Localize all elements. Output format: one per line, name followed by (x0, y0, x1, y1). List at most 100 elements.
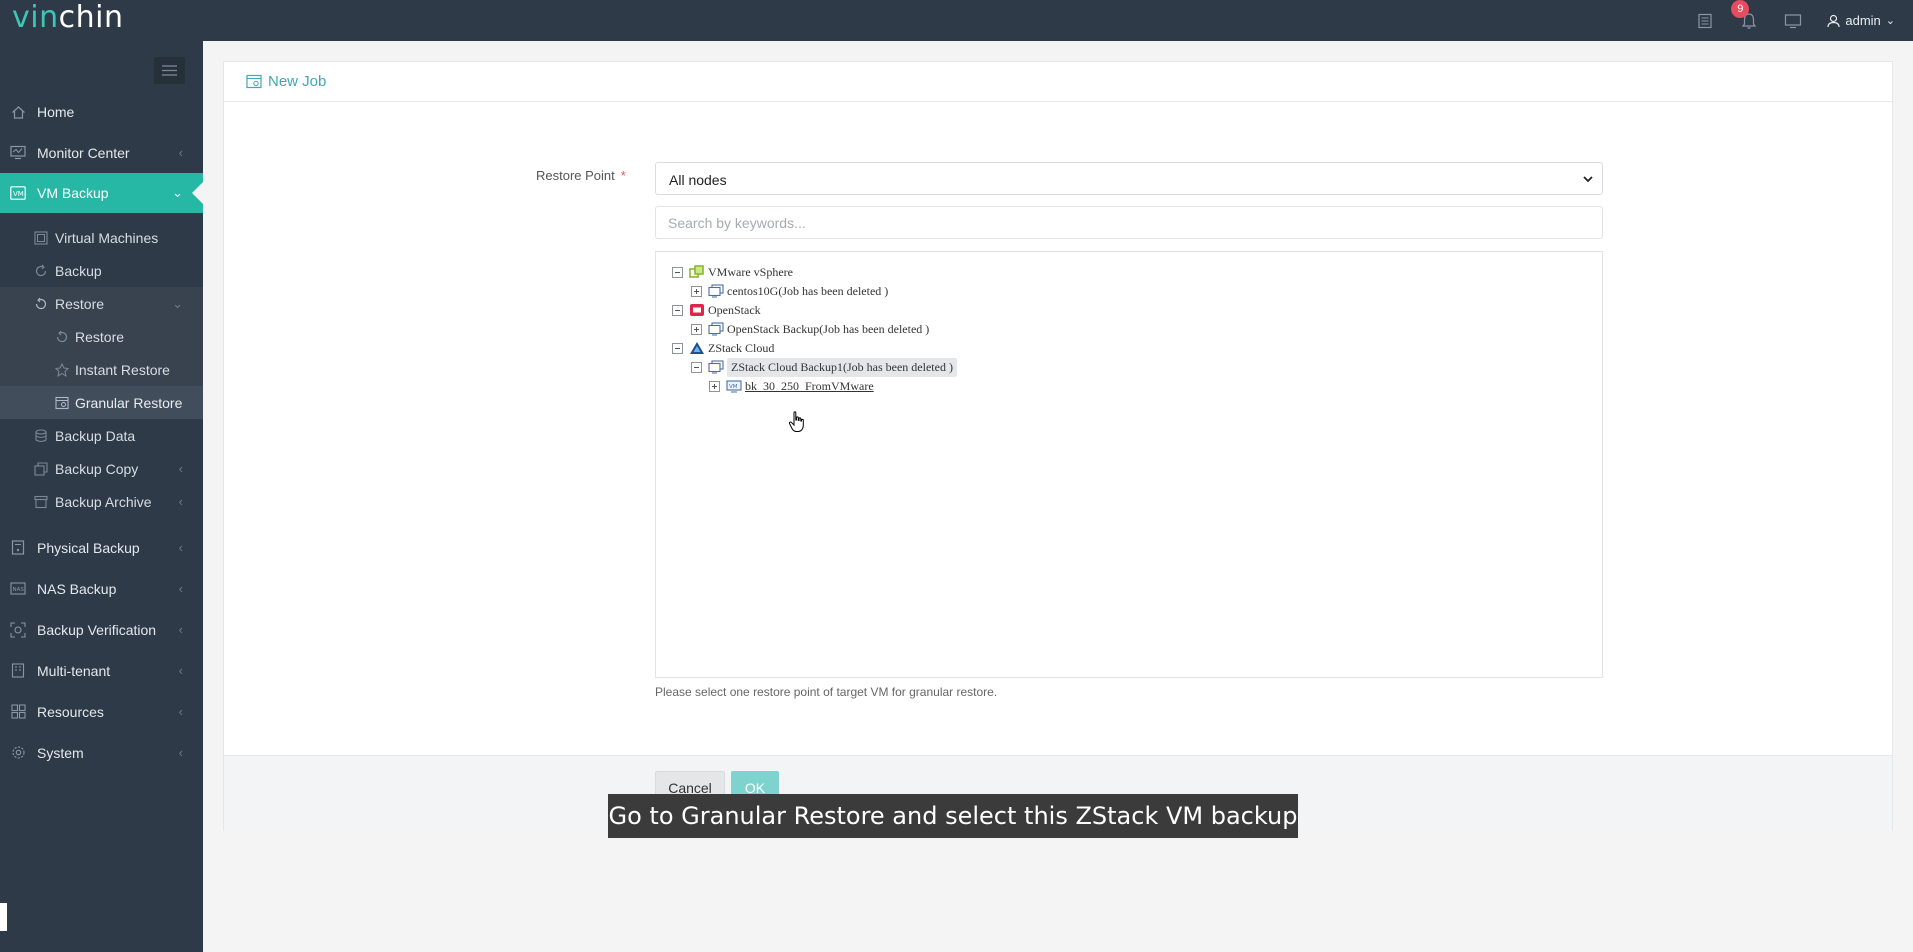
sidebar-item-resources[interactable]: Resources ‹ (0, 691, 203, 732)
collapse-icon[interactable] (691, 361, 702, 373)
new-job-panel: New Job Restore Point * All nodes VMware … (223, 61, 1893, 831)
vinchin-logo[interactable]: vinchin (12, 0, 123, 41)
sidebar-toggle-button[interactable] (154, 57, 185, 84)
tree-node-label: ZStack Cloud (708, 340, 775, 355)
sidebar-item-label: VM Backup (37, 185, 109, 201)
logo-part-2: chin (58, 0, 124, 35)
home-icon (10, 104, 26, 120)
notification-bell-icon[interactable]: 9 (1731, 0, 1759, 31)
logo-part-1: vin (12, 0, 59, 35)
job-icon (246, 74, 262, 94)
sidebar-item-vm-backup[interactable]: VM VM Backup ⌄ (0, 173, 203, 213)
tree-node-openstack[interactable]: OpenStack (672, 300, 761, 320)
tree-node-label: bk_30_250_FromVMware (745, 378, 874, 393)
restore-point-label: Restore Point * (536, 168, 626, 183)
restore-icon (34, 297, 48, 311)
chevron-left-icon: ‹ (178, 745, 183, 760)
restore-icon (55, 330, 69, 344)
granular-restore-icon (55, 396, 69, 410)
collapse-icon[interactable] (672, 342, 683, 354)
sidebar-subitem-label: Granular Restore (75, 394, 183, 411)
sidebar-item-physical-backup[interactable]: Physical Backup ‹ (0, 527, 203, 568)
tree-node-label: centos10G(Job has been deleted ) (727, 283, 889, 298)
tree-node-bk-30-250[interactable]: VM bk_30_250_FromVMware (709, 376, 874, 396)
svg-text:NAS: NAS (13, 587, 25, 593)
expand-icon[interactable] (691, 285, 702, 297)
sidebar-item-label: NAS Backup (37, 580, 117, 597)
sidebar-subitem-instant-restore[interactable]: Instant Restore (0, 353, 203, 386)
copy-icon (34, 461, 48, 476)
tree-node-zstack-cloud[interactable]: ZStack Cloud (672, 338, 774, 358)
sidebar-subitem-restore-child[interactable]: Restore (0, 320, 203, 353)
zstack-icon (689, 340, 705, 356)
collapse-icon[interactable] (672, 304, 683, 316)
chevron-left-icon: ‹ (178, 704, 183, 719)
sidebar-item-system[interactable]: System ‹ (0, 732, 203, 773)
sidebar: Home Monitor Center ‹ VM VM Backup ⌄ Vir… (0, 41, 203, 952)
sidebar-subitem-label: Restore (55, 295, 105, 312)
tree-node-openstack-backup[interactable]: OpenStack Backup(Job has been deleted ) (691, 319, 929, 339)
archive-icon (34, 495, 48, 509)
resources-icon (10, 704, 26, 720)
sidebar-item-label: System (37, 744, 84, 761)
tree-node-vmware-vsphere[interactable]: VMware vSphere (672, 262, 793, 282)
chevron-left-icon: ‹ (178, 494, 183, 509)
backup-icon (34, 264, 48, 278)
expand-icon[interactable] (691, 323, 702, 335)
virtual-machines-icon (34, 230, 48, 245)
svg-text:VM: VM (13, 190, 24, 198)
search-input[interactable] (655, 206, 1603, 239)
backup-job-icon (708, 321, 724, 337)
sidebar-item-multi-tenant[interactable]: Multi-tenant ‹ (0, 650, 203, 691)
sidebar-subitem-backup-data[interactable]: Backup Data (0, 419, 203, 452)
sidebar-item-label: Physical Backup (37, 539, 140, 556)
hint-text: Please select one restore point of targe… (655, 685, 998, 699)
chevron-left-icon: ‹ (178, 663, 183, 678)
top-bar: vinchin 9 admin ⌄ (0, 0, 1913, 41)
user-name: admin (1845, 13, 1881, 28)
caption-overlay: Go to Granular Restore and select this Z… (608, 794, 1298, 838)
physical-icon (10, 540, 26, 556)
tree-node-label: OpenStack (708, 302, 761, 317)
database-icon (34, 428, 48, 443)
tree-node-centos10g[interactable]: centos10G(Job has been deleted ) (691, 281, 888, 301)
chevron-left-icon: ‹ (178, 145, 183, 160)
screen-icon[interactable] (1783, 11, 1803, 31)
collapse-icon[interactable] (672, 266, 683, 278)
select-value: All nodes (669, 172, 727, 188)
restore-point-select[interactable]: All nodes (655, 162, 1603, 195)
panel-header: New Job (224, 62, 1892, 102)
page-title: New Job (268, 73, 327, 90)
chevron-down-icon: ⌄ (172, 185, 183, 200)
vm-icon: VM (726, 378, 742, 394)
sidebar-subitem-label: Virtual Machines (55, 229, 159, 246)
restore-point-tree: VMware vSphere centos10G(Job has been de… (655, 251, 1603, 678)
sidebar-subitem-restore[interactable]: Restore ⌄ (0, 287, 203, 320)
tree-node-label: OpenStack Backup(Job has been deleted ) (727, 321, 930, 336)
sidebar-subitem-backup-copy[interactable]: Backup Copy ‹ (0, 452, 203, 485)
notification-badge: 9 (1731, 0, 1750, 18)
sidebar-item-nas-backup[interactable]: NAS NAS Backup ‹ (0, 568, 203, 609)
tree-node-zstack-cloud-backup1[interactable]: ZStack Cloud Backup1(Job has been delete… (691, 357, 957, 377)
sidebar-subitem-label: Backup Archive (55, 493, 152, 510)
sidebar-item-home[interactable]: Home (0, 92, 203, 132)
sidebar-item-label: Home (37, 104, 75, 120)
backup-job-icon (708, 283, 724, 299)
side-handle[interactable] (0, 903, 7, 931)
chevron-left-icon: ‹ (178, 461, 183, 476)
sidebar-subitem-label: Instant Restore (75, 361, 170, 378)
hand-cursor-icon (788, 411, 806, 438)
sidebar-item-monitor-center[interactable]: Monitor Center ‹ (0, 132, 203, 173)
chevron-down-icon: ⌄ (1885, 15, 1895, 27)
sidebar-subitem-virtual-machines[interactable]: Virtual Machines (0, 221, 203, 254)
sidebar-subitem-backup[interactable]: Backup (0, 254, 203, 287)
task-list-icon[interactable] (1695, 11, 1715, 31)
sidebar-subitem-backup-archive[interactable]: Backup Archive ‹ (0, 485, 203, 518)
hamburger-icon (162, 65, 177, 76)
user-menu[interactable]: admin ⌄ (1827, 13, 1895, 28)
sidebar-item-label: Backup Verification (37, 621, 157, 638)
expand-icon[interactable] (709, 380, 720, 392)
sidebar-item-backup-verification[interactable]: Backup Verification ‹ (0, 609, 203, 650)
chevron-down-icon: ⌄ (172, 295, 183, 311)
sidebar-subitem-granular-restore[interactable]: Granular Restore (0, 386, 203, 419)
